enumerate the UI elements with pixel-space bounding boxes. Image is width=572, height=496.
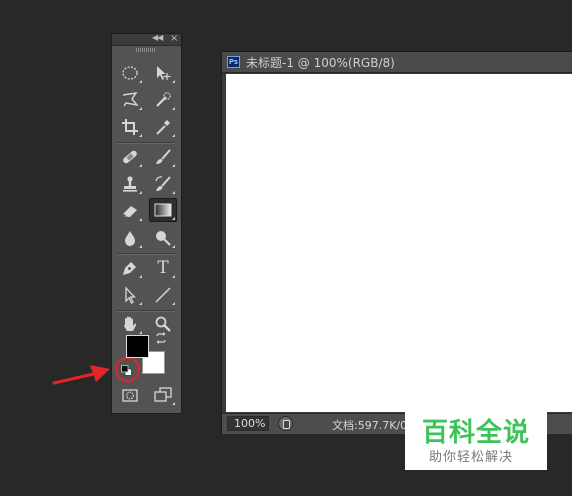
tools-divider: [117, 142, 177, 144]
quick-mask-icon: [122, 389, 138, 402]
brush-tool[interactable]: [150, 146, 176, 168]
gradient-icon: [154, 203, 172, 217]
close-icon[interactable]: ×: [170, 33, 178, 44]
lasso-tool[interactable]: [117, 89, 143, 111]
stamp-icon: [123, 176, 137, 192]
crop-tool[interactable]: [117, 116, 143, 138]
canvas[interactable]: [226, 74, 572, 412]
healing-brush-tool[interactable]: [117, 146, 143, 168]
dodge-tool[interactable]: [150, 227, 176, 249]
panel-grip[interactable]: [136, 48, 156, 52]
document-info: 文档:597.7K/0: [332, 419, 408, 432]
clone-stamp-tool[interactable]: [117, 173, 143, 195]
pen-tool[interactable]: [117, 257, 143, 279]
quick-selection-icon: [156, 92, 171, 107]
annotation-arrow: [52, 365, 110, 385]
blur-tool[interactable]: [117, 227, 143, 249]
document-window: Ps 未标题-1 @ 100%(RGB/8) 100% 文档:597.7K/0: [221, 51, 572, 434]
zoom-level-input[interactable]: 100%: [227, 416, 269, 431]
tools-divider: [117, 310, 177, 312]
screen-mode[interactable]: [150, 384, 176, 406]
watermark-subtitle: 助你轻松解决: [429, 450, 514, 465]
annotation-circle: [115, 357, 140, 382]
drop-icon: [125, 231, 135, 246]
eyedropper-icon: [156, 120, 170, 135]
zoom-icon: [155, 316, 171, 332]
tools-panel-titlebar[interactable]: ◀◀ ×: [112, 33, 181, 46]
screen-mode-icon: [154, 387, 172, 402]
hand-tool[interactable]: [117, 313, 143, 335]
watermark-title: 百科全说: [422, 418, 531, 448]
history-brush-tool[interactable]: [150, 173, 176, 195]
watermark: 百科全说 助你轻松解决: [405, 410, 547, 470]
brush-icon: [156, 149, 171, 164]
type-tool[interactable]: T: [150, 257, 176, 279]
tools-divider: [117, 253, 177, 255]
photoshop-icon: Ps: [227, 56, 240, 68]
move-tool[interactable]: [150, 62, 176, 84]
quick-mask-mode[interactable]: [117, 384, 143, 406]
line-icon: [155, 287, 171, 303]
eraser-icon: [122, 206, 137, 218]
bandage-icon: [123, 150, 137, 164]
tools-panel: ◀◀ × T: [111, 33, 182, 414]
path-selection-tool[interactable]: [117, 284, 143, 306]
swap-colors-icon[interactable]: [155, 332, 167, 344]
status-menu-icon[interactable]: [278, 416, 293, 431]
quick-selection-tool[interactable]: [150, 89, 176, 111]
marquee-tool[interactable]: [117, 62, 143, 84]
hand-icon: [124, 316, 137, 331]
arrow-pointer-icon: [125, 286, 137, 304]
double-chevron-left-icon[interactable]: ◀◀: [152, 33, 163, 42]
gradient-tool[interactable]: [149, 198, 177, 222]
foreground-color-swatch[interactable]: [126, 335, 149, 358]
eyedropper-tool[interactable]: [150, 116, 176, 138]
line-tool[interactable]: [150, 284, 176, 306]
elliptical-marquee-icon: [122, 66, 138, 80]
document-title: 未标题-1 @ 100%(RGB/8): [246, 55, 395, 70]
pen-icon: [123, 262, 136, 275]
dodge-icon: [156, 231, 171, 246]
document-tab[interactable]: Ps 未标题-1 @ 100%(RGB/8): [222, 52, 572, 73]
history-brush-icon: [155, 176, 171, 191]
eraser-tool[interactable]: [117, 200, 143, 222]
type-icon: T: [157, 258, 169, 278]
crop-icon: [122, 119, 138, 135]
polygonal-lasso-icon: [122, 92, 139, 107]
move-icon: [157, 66, 171, 80]
